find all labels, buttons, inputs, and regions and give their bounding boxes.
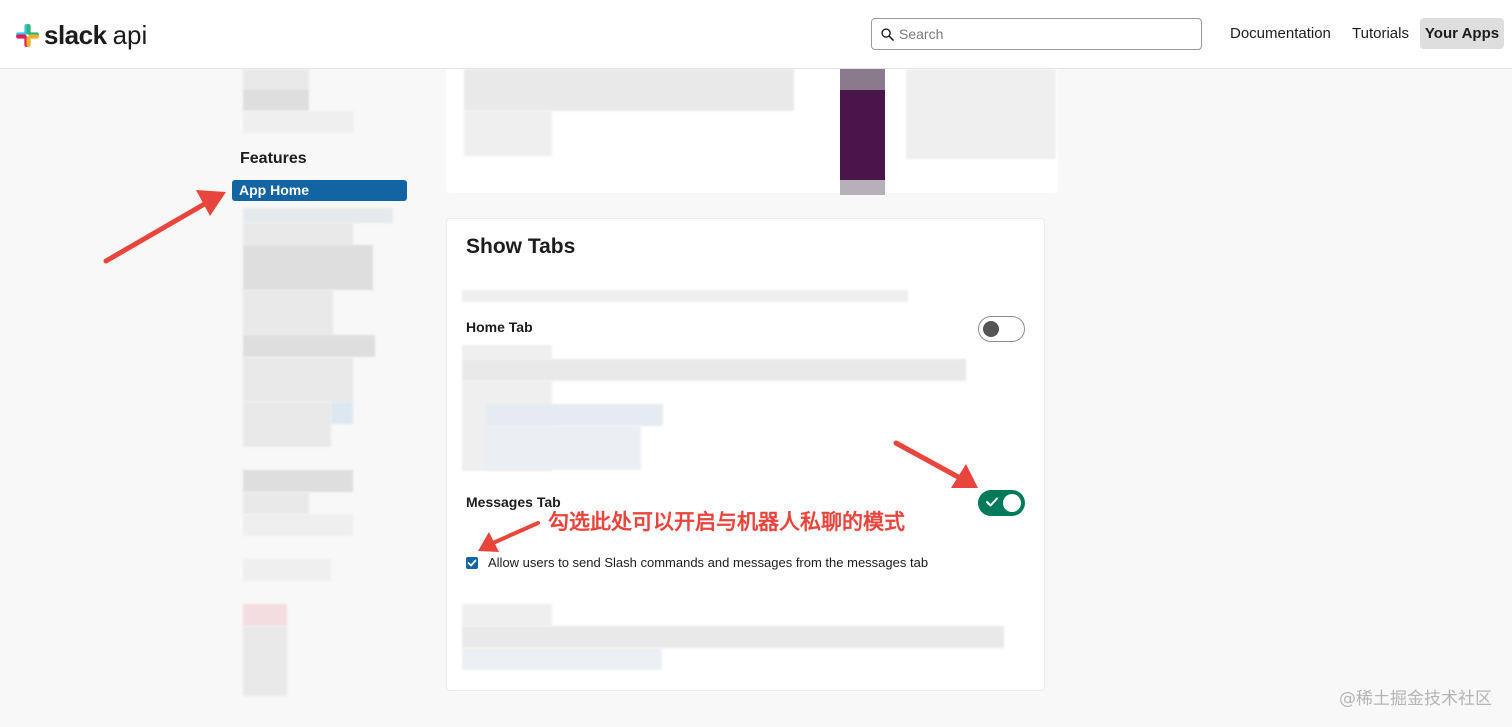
blurred-description (462, 604, 552, 626)
blurred-sidebar-item (243, 402, 331, 447)
toggle-knob (983, 321, 999, 337)
checkmark-icon (467, 559, 477, 566)
blurred-description (462, 626, 1004, 648)
logo-wordmark: slack (44, 19, 107, 50)
blurred-description (486, 404, 663, 426)
slack-logo-icon (16, 23, 39, 47)
blurred-description (462, 648, 662, 670)
blurred-sidebar-item (243, 89, 309, 111)
blurred-sidebar-item (243, 492, 309, 514)
nav-documentation-link[interactable]: Documentation (1220, 18, 1341, 50)
blurred-sidebar-item (243, 626, 287, 696)
messages-tab-toggle[interactable] (978, 490, 1025, 516)
allow-slash-commands-option: Allow users to send Slash commands and m… (466, 555, 928, 570)
check-icon (986, 497, 998, 507)
blurred-sidebar-item (243, 559, 331, 581)
allow-slash-commands-checkbox[interactable] (466, 556, 478, 569)
blurred-description (486, 426, 641, 470)
blurred-sidebar-item (243, 604, 287, 626)
app-icon-preview (840, 90, 885, 180)
arrow-to-app-home (103, 190, 226, 264)
search-box[interactable] (871, 18, 1202, 50)
slack-api-logo[interactable]: slack api (15, 20, 147, 50)
blurred-sidebar-item (243, 514, 353, 536)
blurred-sidebar-item (243, 357, 353, 402)
nav-tutorials-link[interactable]: Tutorials (1342, 18, 1419, 50)
blurred-sidebar-item (243, 69, 309, 89)
nav-your-apps-link[interactable]: Your Apps (1420, 18, 1504, 49)
blurred-card-content (464, 111, 552, 156)
blurred-card-content (464, 69, 794, 111)
messages-tab-label: Messages Tab (466, 494, 561, 510)
blurred-sidebar-item (243, 223, 353, 245)
home-tab-toggle[interactable] (978, 316, 1025, 342)
blurred-sidebar-item (243, 290, 333, 335)
blurred-sidebar-item (243, 111, 354, 133)
logo-suffix: api (112, 19, 148, 50)
watermark: @稀土掘金技术社区 (1339, 689, 1492, 709)
annotation-text: 勾选此处可以开启与机器人私聊的模式 (548, 510, 905, 534)
blurred-sidebar-item (243, 245, 373, 290)
home-tab-label: Home Tab (466, 319, 533, 335)
app-icon-preview (840, 69, 885, 90)
sidebar-section-heading: Features (240, 150, 307, 167)
blurred-description (462, 359, 966, 381)
top-navigation-bar: slack api Documentation Tutorials Your A… (0, 0, 1512, 69)
search-icon (881, 27, 894, 41)
blurred-sidebar-item (331, 402, 353, 424)
app-icon-preview (840, 180, 885, 195)
checkbox-label: Allow users to send Slash commands and m… (488, 555, 929, 570)
blurred-sidebar-item (243, 208, 393, 223)
blurred-sidebar-item (243, 470, 353, 492)
blurred-description (462, 290, 908, 302)
blurred-card-content (906, 69, 1056, 159)
sidebar-item-app-home[interactable]: App Home (232, 180, 407, 201)
toggle-knob (1003, 494, 1021, 512)
card-title: Show Tabs (466, 235, 576, 258)
search-input[interactable] (899, 22, 1189, 46)
blurred-sidebar-item (243, 335, 375, 357)
blurred-description (462, 345, 552, 359)
